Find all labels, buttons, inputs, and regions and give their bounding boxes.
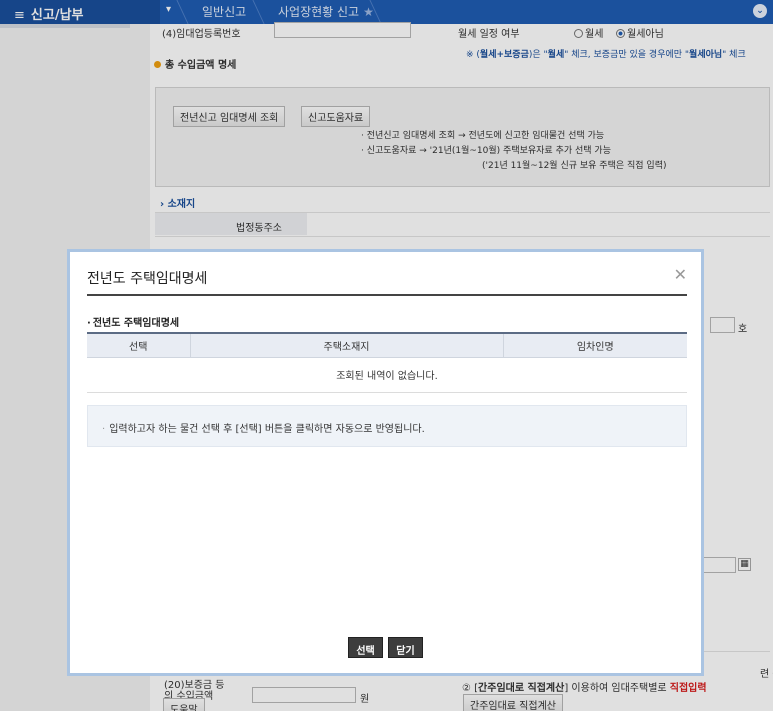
rental-table: 선택 주택소재지 임차인명 조회된 내역이 없습니다. bbox=[87, 332, 687, 393]
close-button[interactable]: 닫기 bbox=[388, 637, 423, 658]
prev-year-rental-modal: 전년도 주택임대명세 ✕ 전년도 주택임대명세 선택 주택소재지 임차인명 조회… bbox=[70, 252, 701, 673]
close-icon[interactable]: ✕ bbox=[674, 265, 687, 284]
table-row: 조회된 내역이 없습니다. bbox=[87, 357, 687, 393]
column-header-tenant: 임차인명 bbox=[503, 332, 687, 358]
instruction-note: 입력하고자 하는 물건 선택 후 [선택] 버튼을 클릭하면 자동으로 반영됩니… bbox=[87, 405, 687, 447]
modal-section-title: 전년도 주택임대명세 bbox=[87, 314, 179, 329]
empty-message: 조회된 내역이 없습니다. bbox=[87, 357, 687, 393]
instruction-note-text: 입력하고자 하는 물건 선택 후 [선택] 버튼을 클릭하면 자동으로 반영됩니… bbox=[109, 424, 425, 435]
column-header-address: 주택소재지 bbox=[190, 332, 504, 358]
modal-frame: 전년도 주택임대명세 ✕ 전년도 주택임대명세 선택 주택소재지 임차인명 조회… bbox=[67, 249, 704, 676]
column-header-select: 선택 bbox=[87, 332, 191, 358]
table-header-row: 선택 주택소재지 임차인명 bbox=[87, 332, 687, 358]
modal-title: 전년도 주택임대명세 bbox=[87, 271, 208, 287]
title-divider bbox=[87, 294, 687, 296]
select-button[interactable]: 선택 bbox=[348, 637, 383, 658]
modal-button-row: 선택 닫기 bbox=[70, 637, 701, 658]
